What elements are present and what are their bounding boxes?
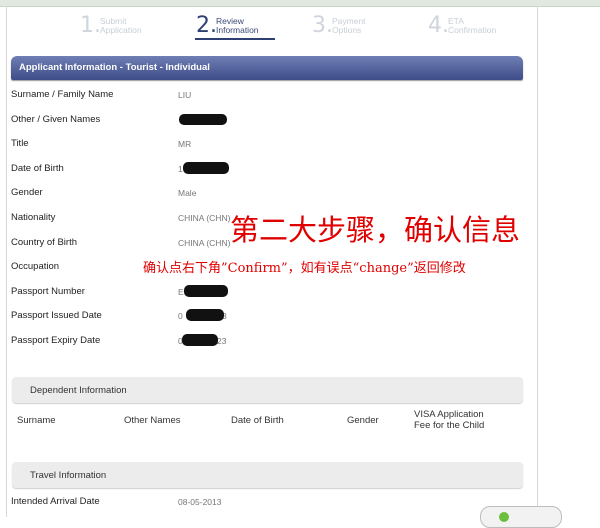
step-number: 2.: [196, 13, 217, 38]
redaction-mark: [186, 309, 224, 321]
content-border-left: [6, 6, 7, 517]
col-visa-fee: VISA Application Fee for the Child: [414, 409, 484, 431]
value-nationality: CHINA (CHN): [178, 213, 231, 223]
col-gender: Gender: [347, 415, 379, 426]
step-label: Submit Application: [100, 17, 142, 34]
label-occupation: Occupation: [11, 261, 60, 272]
step-number: 4.: [428, 13, 449, 38]
applicant-panel-header: Applicant Information - Tourist - Indivi…: [11, 56, 523, 80]
label-given-names: Other / Given Names: [11, 114, 101, 125]
active-step-underline: [195, 38, 275, 40]
value-intended-arrival-date: 08-05-2013: [178, 497, 222, 507]
label-country-of-birth: Country of Birth: [11, 237, 77, 248]
col-visa-fee-line2: Fee for the Child: [414, 420, 485, 431]
value-title: MR: [178, 139, 192, 149]
redaction-mark: [182, 334, 218, 346]
step-label-line2: Information: [216, 24, 259, 35]
label-surname: Surname / Family Name: [11, 89, 114, 100]
value-surname: LIU: [178, 90, 192, 100]
label-nationality: Nationality: [11, 212, 56, 223]
step-label: Review Information: [216, 17, 259, 34]
status-dot-icon: [499, 512, 509, 522]
col-other-names: Other Names: [124, 415, 181, 426]
label-gender: Gender: [11, 187, 43, 198]
value-passport-expiry-date-suffix: 23: [217, 336, 227, 346]
step-label: ETA Confirmation: [448, 17, 496, 34]
redaction-mark: [183, 162, 229, 174]
label-title: Title: [11, 138, 29, 149]
step-payment-options: 3. Payment Options: [312, 14, 366, 44]
label-passport-expiry-date: Passport Expiry Date: [11, 335, 101, 346]
value-country-of-birth: CHINA (CHN): [178, 238, 231, 248]
travel-section-title: Travel Information: [30, 470, 107, 481]
label-date-of-birth: Date of Birth: [11, 163, 64, 174]
step-number: 3.: [312, 13, 333, 38]
step-label-line2: Options: [332, 24, 362, 35]
label-passport-issued-date: Passport Issued Date: [11, 310, 102, 321]
value-gender: Male: [178, 188, 197, 198]
value-passport-number: E: [178, 287, 184, 297]
step-eta-confirmation: 4. ETA Confirmation: [428, 14, 496, 44]
value-passport-issued-date: 0: [178, 311, 183, 321]
col-visa-fee-line1: VISA Application: [414, 409, 484, 420]
step-label-line2: Application: [100, 24, 142, 35]
content-border-right: [537, 6, 538, 517]
step-submit-application: 1. Submit Application: [80, 14, 142, 44]
dependent-section-title: Dependent Information: [30, 385, 127, 396]
redaction-mark: [184, 285, 228, 297]
col-surname: Surname: [17, 415, 56, 426]
step-label-line2: Confirmation: [448, 24, 497, 35]
step-number: 1.: [80, 13, 101, 38]
label-intended-arrival-date: Intended Arrival Date: [11, 496, 100, 507]
col-date-of-birth: Date of Birth: [231, 415, 284, 426]
redaction-mark: [179, 114, 227, 125]
label-passport-number: Passport Number: [11, 286, 85, 297]
annotation-step-two: 第二大步骤，确认信息: [230, 213, 521, 247]
step-label: Payment Options: [332, 17, 366, 34]
dependent-section-header: Dependent Information: [12, 377, 523, 403]
travel-section-header: Travel Information: [12, 462, 523, 488]
annotation-confirm-hint: 确认点右下角”Confirm”，如有误点“change”返回修改: [143, 261, 466, 276]
window-top-bar: [0, 0, 600, 7]
floating-widget[interactable]: [480, 506, 562, 528]
progress-steps: 1. Submit Application 2. Review Informat…: [0, 14, 600, 44]
